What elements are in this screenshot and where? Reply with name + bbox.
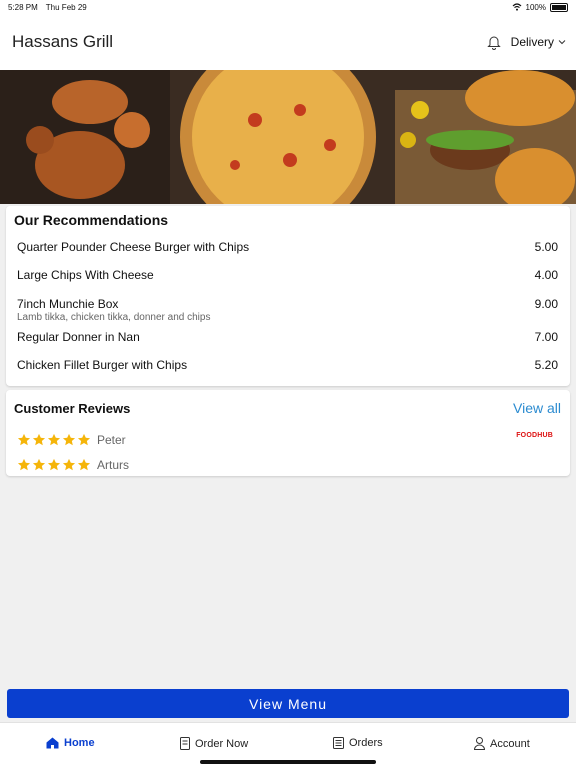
reviews-card: Customer Reviews View all FOODHUB Peter … — [6, 390, 570, 476]
menu-item-price: 4.00 — [534, 268, 558, 282]
menu-item-price: 7.00 — [534, 330, 558, 344]
status-date: Thu Feb 29 — [45, 2, 87, 12]
menu-item[interactable]: Regular Donner in Nan 7.00 — [17, 330, 558, 344]
tab-orders[interactable]: Orders — [333, 737, 383, 749]
reviewer-name: Arturs — [97, 458, 130, 472]
star-icon — [77, 458, 91, 471]
review-row: Peter — [17, 433, 126, 447]
tab-account[interactable]: Account — [474, 737, 530, 750]
star-icon — [32, 458, 46, 471]
view-all-link[interactable]: View all — [513, 400, 561, 416]
star-rating — [17, 458, 91, 472]
star-icon — [62, 458, 76, 471]
battery-percent: 100% — [525, 2, 546, 12]
menu-item-name: Regular Donner in Nan — [17, 330, 140, 344]
star-icon — [17, 433, 31, 446]
tab-label: Order Now — [195, 737, 249, 750]
tab-label: Account — [490, 737, 530, 750]
tab-order-now[interactable]: Order Now — [180, 737, 248, 750]
menu-item-name: 7inch Munchie Box — [17, 297, 119, 311]
menu-item[interactable]: Large Chips With Cheese 4.00 — [17, 268, 558, 282]
menu-item-price: 5.00 — [534, 240, 558, 254]
status-time: 5:28 PM — [8, 2, 38, 12]
star-icon — [17, 458, 31, 471]
recommendations-card: Our Recommendations Quarter Pounder Chee… — [6, 206, 570, 386]
app-header: Hassans Grill Delivery — [0, 14, 576, 70]
reviewer-name: Peter — [97, 433, 126, 447]
delivery-selector[interactable]: Delivery — [511, 35, 566, 49]
menu-item-name: Large Chips With Cheese — [17, 268, 154, 282]
view-menu-button[interactable]: View Menu — [7, 689, 569, 718]
receipt-icon — [333, 737, 344, 749]
bell-icon[interactable] — [486, 34, 501, 50]
delivery-label: Delivery — [510, 35, 554, 49]
foodhub-logo: FOODHUB — [516, 432, 553, 439]
user-icon — [474, 737, 485, 750]
star-icon — [47, 433, 61, 446]
restaurant-name: Hassans Grill — [12, 32, 114, 51]
star-icon — [32, 433, 46, 446]
menu-item-name: Quarter Pounder Cheese Burger with Chips — [17, 240, 250, 254]
home-icon — [46, 737, 59, 749]
order-icon — [180, 737, 190, 750]
menu-item-name: Chicken Fillet Burger with Chips — [17, 358, 188, 372]
menu-item-price: 9.00 — [534, 297, 558, 311]
menu-item[interactable]: 7inch Munchie Box 9.00 Lamb tikka, chick… — [17, 297, 558, 323]
menu-item-price: 5.20 — [534, 358, 558, 372]
star-icon — [47, 458, 61, 471]
menu-item[interactable]: Chicken Fillet Burger with Chips 5.20 — [17, 358, 558, 372]
star-icon — [77, 433, 91, 446]
home-indicator — [200, 760, 376, 764]
menu-item-description: Lamb tikka, chicken tikka, donner and ch… — [17, 312, 211, 323]
star-rating — [17, 433, 91, 447]
tab-home[interactable]: Home — [46, 737, 95, 749]
menu-item[interactable]: Quarter Pounder Cheese Burger with Chips… — [17, 240, 558, 254]
recommendations-title: Our Recommendations — [14, 212, 169, 228]
reviews-title: Customer Reviews — [14, 401, 131, 416]
chevron-down-icon — [558, 40, 566, 45]
wifi-icon — [512, 3, 521, 11]
view-menu-label: View Menu — [248, 695, 327, 712]
battery-icon — [550, 2, 568, 12]
status-bar: 5:28 PM Thu Feb 29 100% — [0, 0, 576, 14]
hero-banner-image — [0, 70, 576, 204]
star-icon — [62, 433, 76, 446]
tab-label: Orders — [349, 737, 383, 749]
review-row: Arturs — [17, 458, 129, 472]
tab-label: Home — [64, 737, 95, 749]
